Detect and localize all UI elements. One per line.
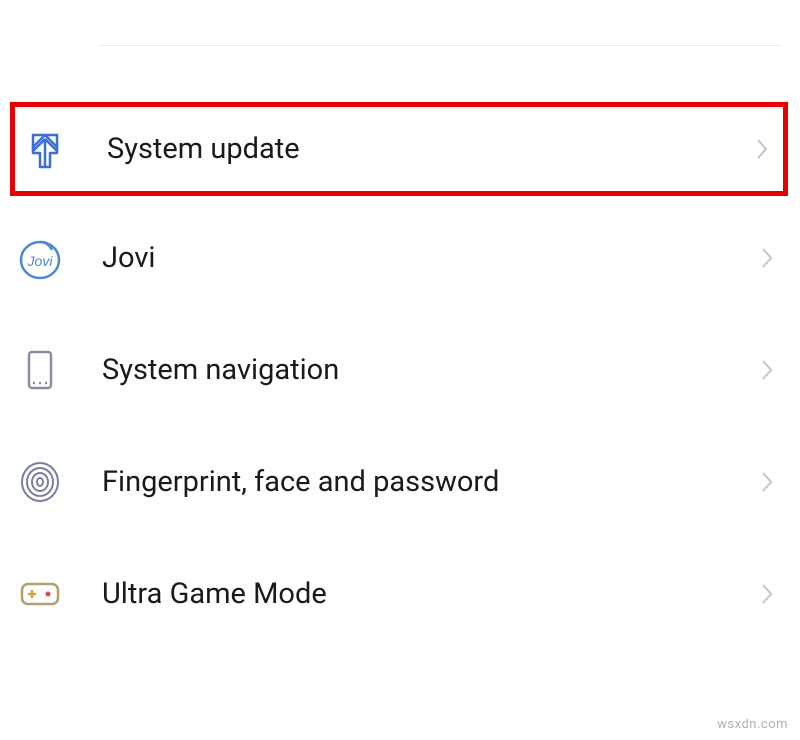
list-item-system-update[interactable]: System update <box>10 102 788 196</box>
list-item-label: Fingerprint, face and password <box>102 465 758 499</box>
spacer <box>18 532 782 544</box>
list-item-label: Ultra Game Mode <box>102 577 758 611</box>
settings-list: System update Jovi Jovi <box>0 0 800 644</box>
jovi-icon: Jovi <box>18 236 62 280</box>
list-item-label: System navigation <box>102 353 758 387</box>
list-item-system-navigation[interactable]: System navigation <box>18 320 782 420</box>
watermark: wsxdn.com <box>717 717 788 732</box>
list-item-jovi[interactable]: Jovi Jovi <box>18 208 782 308</box>
list-item-fingerprint[interactable]: Fingerprint, face and password <box>18 432 782 532</box>
chevron-right-icon <box>753 135 771 163</box>
chevron-right-icon <box>758 356 776 384</box>
spacer <box>18 196 782 208</box>
chevron-right-icon <box>758 580 776 608</box>
chevron-right-icon <box>758 244 776 272</box>
list-item-label: System update <box>107 132 753 166</box>
spacer <box>18 420 782 432</box>
svg-text:Jovi: Jovi <box>27 253 54 269</box>
divider <box>98 45 782 46</box>
list-item-ultra-game-mode[interactable]: Ultra Game Mode <box>18 544 782 644</box>
chevron-right-icon <box>758 468 776 496</box>
list-item-label: Jovi <box>102 241 758 275</box>
arrow-up-icon <box>23 127 67 171</box>
fingerprint-icon <box>18 460 62 504</box>
phone-icon <box>18 348 62 392</box>
gamepad-icon <box>18 572 62 616</box>
spacer <box>18 308 782 320</box>
